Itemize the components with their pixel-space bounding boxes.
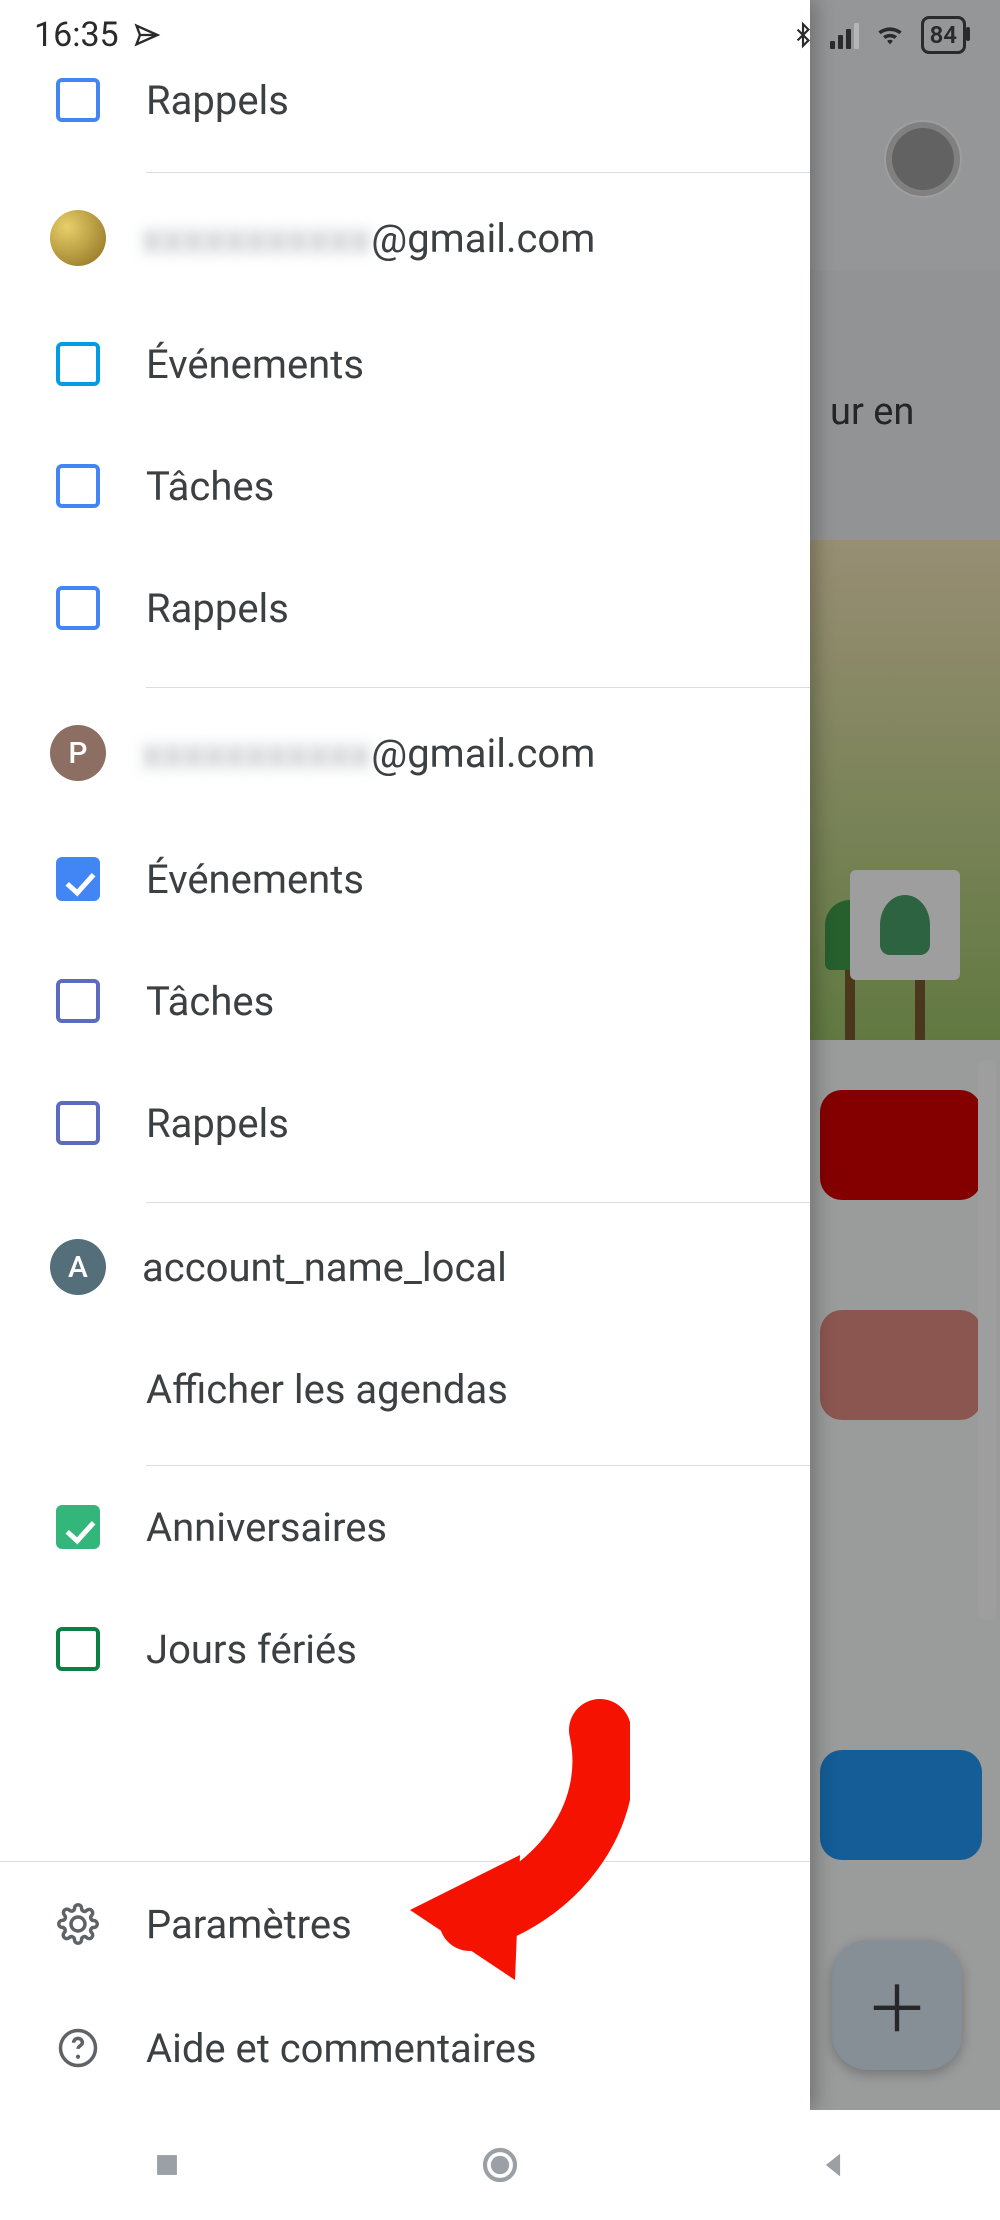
- account-avatar: A: [50, 1239, 106, 1295]
- calendar-toggle-label: Événements: [146, 341, 364, 388]
- checkbox[interactable]: [56, 342, 100, 386]
- wifi-icon: [873, 21, 907, 49]
- account-avatar: P: [50, 725, 106, 781]
- account-email: xxxxxxxxxxx@gmail.com: [142, 215, 595, 262]
- calendar-toggle-label: Événements: [146, 856, 364, 903]
- calendar-toggle-label: Rappels: [146, 585, 289, 632]
- calendar-toggle-row[interactable]: Rappels: [0, 1062, 810, 1184]
- account-header[interactable]: P xxxxxxxxxxx@gmail.com: [0, 688, 810, 818]
- calendar-toggle-row[interactable]: Rappels: [0, 58, 810, 142]
- calendar-toggle-label: Rappels: [146, 77, 289, 124]
- calendar-toggle-label: Tâches: [146, 978, 274, 1025]
- android-nav-bar: [0, 2110, 1000, 2220]
- calendar-toggle-row[interactable]: Événements: [0, 303, 810, 425]
- show-calendars-row[interactable]: Afficher les agendas: [0, 1331, 810, 1447]
- calendar-toggle-label: Tâches: [146, 463, 274, 510]
- battery-indicator: 84: [921, 16, 966, 54]
- account-email: account_name_local: [142, 1244, 507, 1291]
- calendar-toggle-row[interactable]: Rappels: [0, 547, 810, 669]
- account-avatar: [50, 210, 106, 266]
- settings-row[interactable]: Paramètres: [0, 1862, 810, 1986]
- checkbox[interactable]: [56, 1627, 100, 1671]
- account-header[interactable]: A account_name_local: [0, 1203, 810, 1331]
- calendar-toggle-label: Anniversaires: [146, 1504, 387, 1551]
- drawer-footer: Paramètres Aide et commentaires: [0, 1861, 810, 2110]
- calendar-toggle-label: Rappels: [146, 1100, 289, 1147]
- calendar-toggle-label: Jours fériés: [146, 1626, 357, 1673]
- help-feedback-row[interactable]: Aide et commentaires: [0, 1986, 810, 2110]
- send-icon: [133, 21, 161, 49]
- status-bar: 16:35 84: [0, 0, 1000, 70]
- account-header[interactable]: xxxxxxxxxxx@gmail.com: [0, 173, 810, 303]
- calendar-toggle-row[interactable]: Tâches: [0, 940, 810, 1062]
- cell-signal-icon: [830, 21, 859, 49]
- checkbox-checked[interactable]: [56, 1505, 100, 1549]
- calendar-toggle-row[interactable]: Anniversaires: [0, 1466, 810, 1588]
- checkbox[interactable]: [56, 979, 100, 1023]
- status-time: 16:35: [34, 15, 119, 55]
- navigation-drawer: Rappels xxxxxxxxxxx@gmail.com Événements…: [0, 0, 810, 2110]
- help-icon: [56, 2026, 100, 2070]
- gear-icon: [56, 1902, 100, 1946]
- show-calendars-label: Afficher les agendas: [146, 1366, 508, 1413]
- bluetooth-icon: [790, 18, 816, 52]
- checkbox[interactable]: [56, 464, 100, 508]
- calendar-toggle-row[interactable]: Tâches: [0, 425, 810, 547]
- help-label: Aide et commentaires: [146, 2025, 537, 2072]
- checkbox[interactable]: [56, 586, 100, 630]
- checkbox[interactable]: [56, 1101, 100, 1145]
- account-email: xxxxxxxxxxx@gmail.com: [142, 730, 595, 777]
- nav-recents-button[interactable]: [107, 2135, 227, 2195]
- settings-label: Paramètres: [146, 1901, 352, 1948]
- calendar-toggle-row[interactable]: Jours fériés: [0, 1588, 810, 1710]
- nav-back-button[interactable]: [773, 2135, 893, 2195]
- calendar-toggle-row[interactable]: Événements: [0, 818, 810, 940]
- checkbox-checked[interactable]: [56, 857, 100, 901]
- nav-home-button[interactable]: [440, 2135, 560, 2195]
- checkbox[interactable]: [56, 78, 100, 122]
